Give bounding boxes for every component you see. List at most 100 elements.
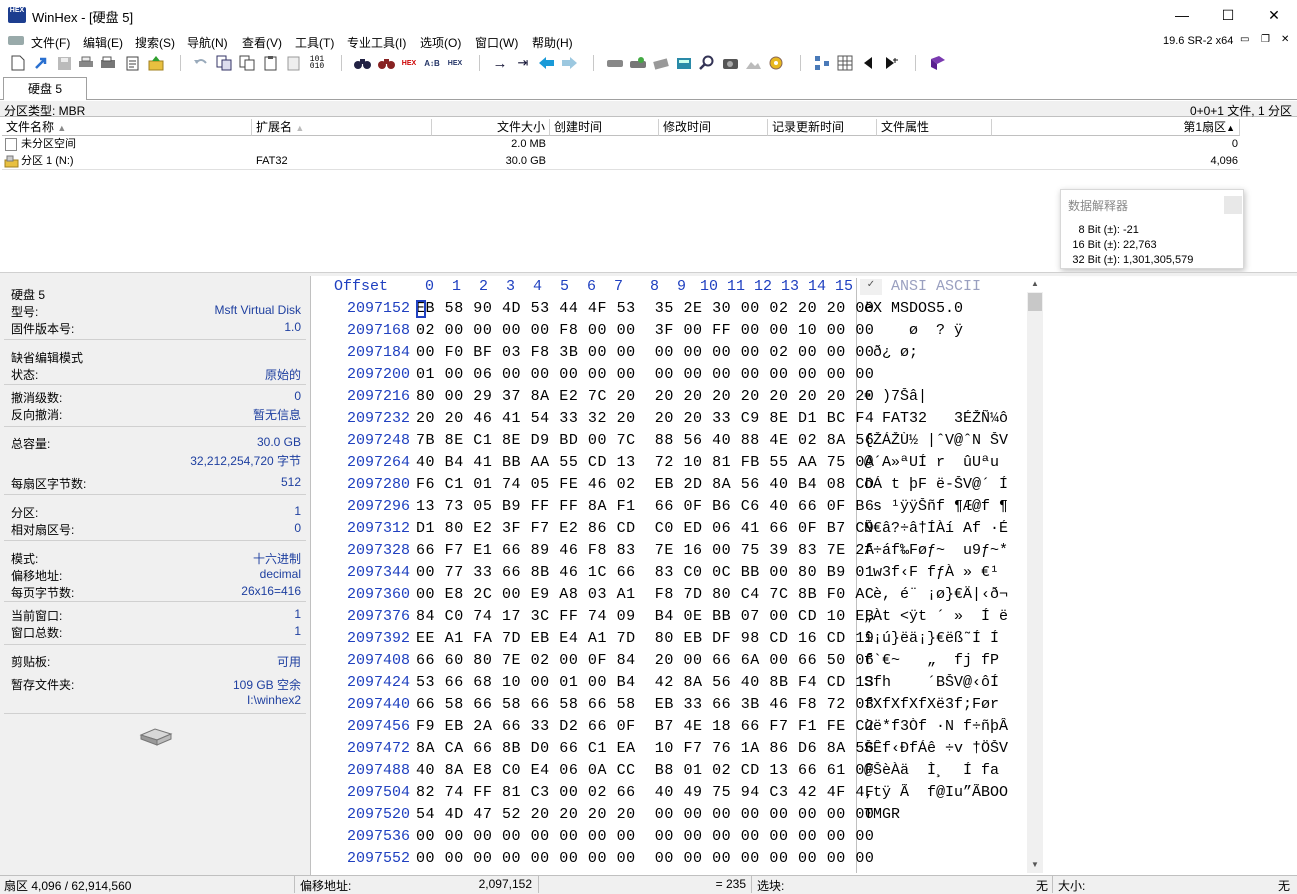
column-header-record-updated[interactable]: 记录更新时间 <box>768 119 877 136</box>
goto-offset-icon[interactable]: → <box>491 54 509 72</box>
hex-row-ascii[interactable]: ŠÊf‹ÐfÁê ÷v †ÖŠV <box>864 740 1008 757</box>
camera-icon[interactable] <box>721 54 739 72</box>
menu-edit[interactable]: 编辑(E) <box>83 34 123 51</box>
hex-replace-icon[interactable]: HEX <box>446 54 464 72</box>
hex-row-offset[interactable]: 2097296 <box>347 498 410 515</box>
binoculars-icon[interactable] <box>353 54 371 72</box>
nodes-icon[interactable] <box>813 54 831 72</box>
calculator-icon[interactable] <box>675 54 693 72</box>
clipboard-icon[interactable] <box>123 54 141 72</box>
hex-row-bytes[interactable]: EE A1 FA 7D EB E4 A1 7D 80 EB DF 98 CD 1… <box>416 630 874 647</box>
hex-row-offset[interactable]: 2097536 <box>347 828 410 845</box>
forward-icon[interactable] <box>560 54 578 72</box>
hex-row-offset[interactable]: 2097360 <box>347 586 410 603</box>
mode-value[interactable]: 十六进制 <box>253 550 301 567</box>
prev-icon[interactable] <box>859 54 877 72</box>
hex-row-ascii[interactable]: ëX MSDOS5.0 <box>864 300 963 317</box>
menu-search[interactable]: 搜索(S) <box>135 34 175 51</box>
hex-row-bytes[interactable]: 20 20 46 41 54 33 32 20 20 20 33 C9 8E D… <box>416 410 874 427</box>
hex-row-bytes[interactable]: 00 00 00 00 00 00 00 00 00 00 00 00 00 0… <box>416 850 874 867</box>
hex-row-ascii[interactable]: f÷áf‰Føƒ~ u9ƒ~* <box>864 542 1008 559</box>
hex-row-ascii[interactable]: ùë*f3Òf ·N f÷ñþÂ <box>864 718 1008 735</box>
hex-row-ascii[interactable]: ‚tÿ Ã f@Iu”ÃBOO <box>864 784 1008 801</box>
mdi-restore-icon[interactable]: ❐ <box>1261 34 1270 45</box>
hex-row-ascii[interactable]: w3f‹F fƒÀ » €¹ <box>864 564 999 581</box>
hex-row-offset[interactable]: 2097280 <box>347 476 410 493</box>
hex-row-bytes[interactable]: F9 EB 2A 66 33 D2 66 0F B7 4E 18 66 F7 F… <box>416 718 874 735</box>
print-icon[interactable] <box>77 54 95 72</box>
minimize-button[interactable]: — <box>1159 0 1205 31</box>
goto-sector-icon[interactable]: ⇥ <box>514 54 532 72</box>
hex-row-bytes[interactable]: 66 F7 E1 66 89 46 F8 83 7E 16 00 75 39 8… <box>416 542 874 559</box>
mdi-minimize-icon[interactable]: ▭ <box>1240 34 1249 45</box>
hex-row-offset[interactable]: 2097264 <box>347 454 410 471</box>
column-header-ext[interactable]: 扩展名 ▲ <box>252 119 432 136</box>
menu-help[interactable]: 帮助(H) <box>532 34 573 51</box>
maximize-button[interactable]: ☐ <box>1205 0 1251 31</box>
hex-row-bytes[interactable]: 13 73 05 B9 FF FF 8A F1 66 0F B6 C6 40 6… <box>416 498 874 515</box>
hex-row-offset[interactable]: 2097312 <box>347 520 410 537</box>
hex-row-bytes[interactable]: D1 80 E2 3F F7 E2 86 CD C0 ED 06 41 66 0… <box>416 520 874 537</box>
temp-path-value[interactable]: I:\winhex2 <box>247 693 301 707</box>
scrollbar-thumb[interactable] <box>1028 293 1042 311</box>
column-header-name[interactable]: 文件名称 ▲ <box>2 119 252 136</box>
hex-row-offset[interactable]: 2097408 <box>347 652 410 669</box>
hex-row-offset[interactable]: 2097232 <box>347 410 410 427</box>
hex-row-offset[interactable]: 2097456 <box>347 718 410 735</box>
hex-row-offset[interactable]: 2097520 <box>347 806 410 823</box>
menu-window[interactable]: 窗口(W) <box>475 34 518 51</box>
image-icon[interactable] <box>744 54 762 72</box>
properties-icon[interactable] <box>99 54 117 72</box>
hex-row-ascii[interactable]: ø ? ÿ <box>864 322 963 339</box>
column-header-modified[interactable]: 修改时间 <box>659 119 768 136</box>
hex-row-offset[interactable]: 2097424 <box>347 674 410 691</box>
hex-row-bytes[interactable]: 00 E8 2C 00 E9 A8 03 A1 F8 7D 80 C4 7C 8… <box>416 586 874 603</box>
search-icon[interactable] <box>698 54 716 72</box>
hex-row-bytes[interactable]: 00 00 00 00 00 00 00 00 00 00 00 00 00 0… <box>416 828 874 845</box>
hex-row-ascii[interactable]: TMGR <box>864 806 900 823</box>
mdi-close-icon[interactable]: ✕ <box>1281 34 1289 45</box>
find-text-icon[interactable] <box>377 54 395 72</box>
hex-row-offset[interactable]: 2097152 <box>347 300 410 317</box>
hex-row-ascii[interactable]: Ñ€â?÷â†ÍÀí Af ·É <box>864 520 1008 537</box>
menu-view[interactable]: 查看(V) <box>242 34 282 51</box>
scroll-up-icon[interactable]: ▲ <box>1027 276 1043 292</box>
hex-row-bytes[interactable]: 40 8A E8 C0 E4 06 0A CC B8 01 02 CD 13 6… <box>416 762 874 779</box>
hex-row-ascii[interactable]: @ŠèÀä Ì¸ Í fa <box>864 762 999 779</box>
menu-tools[interactable]: 工具(T) <box>295 34 334 51</box>
offset-mode-value[interactable]: decimal <box>260 567 301 581</box>
hex-row-offset[interactable]: 2097488 <box>347 762 410 779</box>
hex-row-ascii[interactable]: ð¿ ø; <box>864 344 918 361</box>
hex-row-ascii[interactable]: öÁ t þF ë-ŠV@´ Í <box>864 476 1008 493</box>
hex-row-ascii[interactable]: Sfh ´BŠV@‹ôÍ <box>864 674 999 691</box>
hex-row-bytes[interactable]: 7B 8E C1 8E D9 BD 00 7C 88 56 40 88 4E 0… <box>416 432 874 449</box>
hex-row-bytes[interactable]: 40 B4 41 BB AA 55 CD 13 72 10 81 FB 55 A… <box>416 454 874 471</box>
hex-row-offset[interactable]: 2097440 <box>347 696 410 713</box>
grid-icon[interactable] <box>836 54 854 72</box>
undo-icon[interactable] <box>192 54 210 72</box>
status-offset-value[interactable]: 2,097,152 <box>440 877 532 891</box>
find-hex-icon[interactable]: HEX <box>400 54 418 72</box>
disk-menu-icon[interactable] <box>8 36 24 45</box>
copy-icon[interactable] <box>238 54 256 72</box>
hex-row-ascii[interactable]: è, é¨ ¡ø}€Ä|‹ð¬ <box>864 586 1008 603</box>
hex-row-offset[interactable]: 2097168 <box>347 322 410 339</box>
save-icon[interactable] <box>55 54 73 72</box>
hex-row-bytes[interactable]: 80 00 29 37 8A E2 7C 20 20 20 20 20 20 2… <box>416 388 874 405</box>
hex-row-ascii[interactable]: „Àt <ÿt ´ » Í ë <box>864 608 1008 625</box>
hex-row-bytes[interactable]: 8A CA 66 8B D0 66 C1 EA 10 F7 76 1A 86 D… <box>416 740 874 757</box>
disk-tools-icon[interactable] <box>629 54 647 72</box>
export-icon[interactable] <box>147 54 165 72</box>
hex-row-ascii[interactable]: € )7Šâ| <box>864 388 927 405</box>
hex-row-bytes[interactable]: F6 C1 01 74 05 FE 46 02 EB 2D 8A 56 40 B… <box>416 476 874 493</box>
menu-navigate[interactable]: 导航(N) <box>187 34 228 51</box>
next-icon[interactable] <box>882 54 900 72</box>
hex-row-ascii[interactable]: FAT32 3ÉŽÑ¼ô <box>864 410 1008 427</box>
settings-icon[interactable] <box>767 54 785 72</box>
hex-row-bytes[interactable]: 53 66 68 10 00 01 00 B4 42 8A 56 40 8B F… <box>416 674 874 691</box>
hex-row-ascii[interactable]: {ŽÁŽÙ½ |ˆV@ˆN ŠV <box>864 432 1008 449</box>
close-button[interactable]: ✕ <box>1251 0 1297 31</box>
open-icon[interactable] <box>32 54 50 72</box>
hex-row-bytes[interactable]: 02 00 00 00 00 F8 00 00 3F 00 FF 00 00 1… <box>416 322 874 339</box>
hex-row-ascii[interactable]: fXfXfXfXë3f;Før <box>864 696 999 713</box>
